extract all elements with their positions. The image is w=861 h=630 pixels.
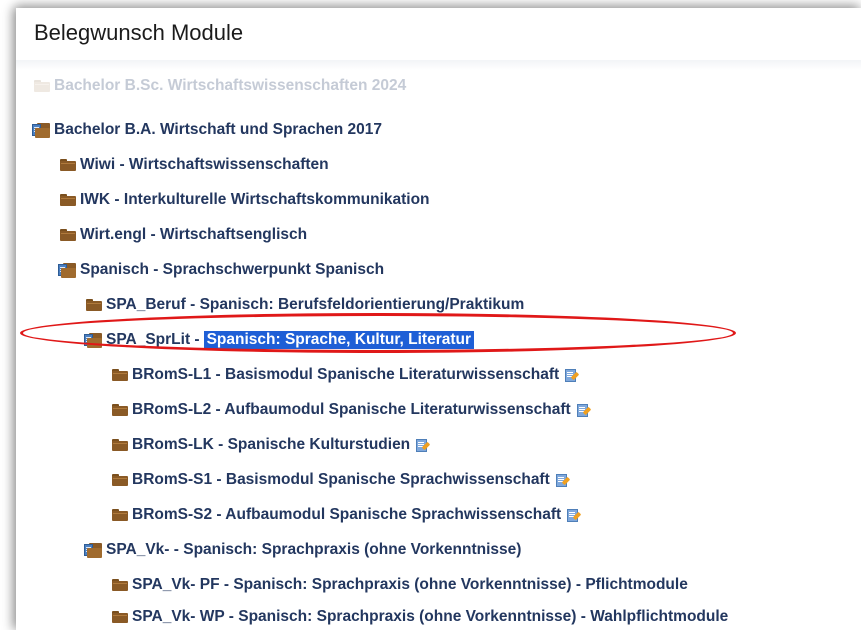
tree-item-spa-vk-wp[interactable]: SPA_Vk- WP - Spanisch: Sprachpraxis (ohn… — [112, 606, 728, 628]
module-panel: Belegwunsch Module Bachelor B.Sc. Wirtsc… — [16, 8, 861, 630]
tree-item-spa-vk[interactable]: SPA_Vk- - Spanisch: Sprachpraxis (ohne V… — [84, 539, 521, 561]
edit-document-icon[interactable] — [555, 473, 571, 488]
folder-icon — [112, 404, 128, 416]
module-tree: Bachelor B.Sc. Wirtschaftswissenschaften… — [16, 8, 861, 630]
tree-item-wiwi[interactable]: Wiwi - Wirtschaftswissenschaften — [60, 154, 329, 176]
tree-item-label: Bachelor B.Sc. Wirtschaftswissenschaften… — [54, 77, 407, 94]
folder-open-icon — [32, 122, 50, 138]
folder-open-icon — [58, 262, 76, 278]
tree-item-label: BRomS-LK - Spanische Kulturstudien — [132, 436, 411, 453]
edit-document-icon[interactable] — [567, 508, 582, 523]
folder-icon — [112, 579, 128, 591]
edit-document-icon[interactable] — [565, 368, 580, 383]
tree-item-spa-beruf[interactable]: SPA_Beruf - Spanisch: Berufsfeldorientie… — [86, 294, 524, 316]
tree-item-bsc-wiwi-2024[interactable]: Bachelor B.Sc. Wirtschaftswissenschaften… — [34, 75, 406, 97]
folder-icon — [86, 299, 102, 311]
tree-item-label-prefix: SPA_SprLit - — [106, 331, 200, 348]
tree-item-label: SPA_Vk- PF - Spanisch: Sprachpraxis (ohn… — [132, 576, 688, 593]
folder-icon — [112, 509, 128, 521]
folder-icon — [112, 369, 128, 381]
tree-item-bromslk[interactable]: BRomS-LK - Spanische Kulturstudien — [112, 434, 431, 456]
tree-item-wirt-engl[interactable]: Wirt.engl - Wirtschaftsenglisch — [60, 224, 307, 246]
tree-item-label: SPA_Vk- - Spanisch: Sprachpraxis (ohne V… — [106, 541, 522, 558]
tree-item-label: Wirt.engl - Wirtschaftsenglisch — [80, 226, 308, 243]
folder-icon — [112, 611, 128, 623]
edit-document-icon[interactable] — [576, 403, 591, 418]
tree-item-spa-sprlit[interactable]: SPA_SprLit - Spanisch: Sprache, Kultur, … — [84, 329, 475, 351]
tree-item-label: SPA_Beruf - Spanisch: Berufsfeldorientie… — [106, 296, 525, 313]
edit-document-icon[interactable] — [416, 438, 431, 453]
tree-item-label: Bachelor B.A. Wirtschaft und Sprachen 20… — [54, 121, 383, 138]
tree-item-bromsl1[interactable]: BRomS-L1 - Basismodul Spanische Literatu… — [112, 364, 580, 386]
folder-open-icon — [84, 542, 102, 558]
tree-item-label: BRomS-S2 - Aufbaumodul Spanische Sprachw… — [132, 506, 562, 523]
tree-item-label: BRomS-L2 - Aufbaumodul Spanische Literat… — [132, 401, 571, 418]
folder-icon — [60, 159, 76, 171]
tree-item-bromss1[interactable]: BRomS-S1 - Basismodul Spanische Sprachwi… — [112, 469, 571, 491]
folder-icon — [60, 229, 76, 241]
folder-open-icon — [84, 332, 102, 348]
tree-item-iwk[interactable]: IWK - Interkulturelle Wirtschaftskommuni… — [60, 189, 430, 211]
tree-item-spanisch[interactable]: Spanisch - Sprachschwerpunkt Spanisch — [58, 259, 384, 281]
tree-item-label-selected: Spanisch: Sprache, Kultur, Literatur — [203, 331, 475, 349]
tree-item-label: BRomS-L1 - Basismodul Spanische Literatu… — [132, 366, 560, 383]
tree-item-label: Wiwi - Wirtschaftswissenschaften — [80, 156, 329, 173]
tree-item-ba-wirtschaft-sprachen-2017[interactable]: Bachelor B.A. Wirtschaft und Sprachen 20… — [32, 119, 382, 141]
tree-item-bromsl2[interactable]: BRomS-L2 - Aufbaumodul Spanische Literat… — [112, 399, 591, 421]
tree-item-label: Spanisch - Sprachschwerpunkt Spanisch — [80, 261, 385, 278]
folder-icon — [60, 194, 76, 206]
tree-item-label: BRomS-S1 - Basismodul Spanische Sprachwi… — [132, 471, 550, 488]
tree-item-bromss2[interactable]: BRomS-S2 - Aufbaumodul Spanische Sprachw… — [112, 504, 582, 526]
tree-item-spa-vk-pf[interactable]: SPA_Vk- PF - Spanisch: Sprachpraxis (ohn… — [112, 574, 688, 596]
folder-icon — [112, 474, 128, 486]
tree-item-label: SPA_Vk- WP - Spanisch: Sprachpraxis (ohn… — [132, 608, 729, 625]
folder-icon — [34, 80, 50, 92]
tree-item-label: IWK - Interkulturelle Wirtschaftskommuni… — [80, 191, 430, 208]
folder-icon — [112, 439, 128, 451]
